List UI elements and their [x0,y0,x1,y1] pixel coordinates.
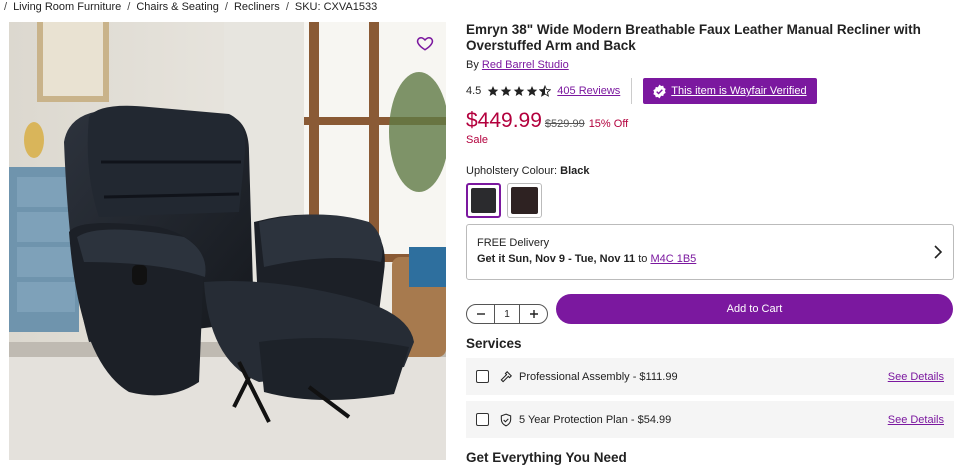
product-image[interactable] [9,22,446,460]
swatch-brown[interactable] [507,183,542,218]
increase-quantity-button[interactable] [520,305,547,323]
colour-value: Black [560,165,590,177]
verified-label: This item is Wayfair Verified [671,85,807,97]
star-icon [488,86,499,96]
swatch-fill [471,188,496,213]
delivery-box[interactable]: FREE Delivery Get it Sun, Nov 9 - Tue, N… [466,224,954,280]
was-price: $529.99 [544,118,585,130]
delivery-prefix: Get it [477,253,506,265]
quantity-value[interactable]: 1 [494,305,520,323]
current-price: $449.99 [466,109,542,132]
delivery-title: FREE Delivery [477,237,550,249]
product-info: Emryn 38" Wide Modern Breathable Faux Le… [466,22,954,465]
breadcrumb-separator: / [224,1,228,13]
sale-label: Sale [466,134,489,146]
star-icon [527,86,538,96]
rating-number: 4.5 [466,85,482,97]
colour-swatches [466,183,954,218]
delivery-to: to [638,253,648,265]
protection-plan-checkbox[interactable] [476,413,489,426]
star-rating [487,85,552,97]
verified-badge-icon [653,84,666,98]
postal-code-link[interactable]: M4C 1B5 [650,253,696,265]
wayfair-verified-badge[interactable]: This item is Wayfair Verified [643,78,817,104]
shield-check-icon [500,413,512,426]
breadcrumb: / Living Room Furniture / Chairs & Seati… [4,1,377,13]
reviews-link[interactable]: 405 Reviews [557,85,620,97]
star-icon [514,86,525,96]
quantity-stepper: 1 [466,304,548,324]
breadcrumb-item-chairs[interactable]: Chairs & Seating [136,1,219,13]
colour-label-text: Upholstery Colour: [466,165,558,177]
assembly-see-details-link[interactable]: See Details [888,371,944,383]
swatch-black[interactable] [466,183,501,218]
product-title: Emryn 38" Wide Modern Breathable Faux Le… [466,22,921,53]
delivery-estimate: Get it Sun, Nov 9 - Tue, Nov 11 to M4C 1… [477,253,943,265]
service-protection-plan: 5 Year Protection Plan - $54.99 See Deta… [466,401,954,438]
decrease-quantity-button[interactable] [467,305,494,323]
hammer-icon [500,370,512,382]
price-row: $449.99 $529.99 15% Off [466,109,954,133]
get-everything-heading: Get Everything You Need [466,450,627,465]
swatch-fill [511,187,538,214]
colour-label: Upholstery Colour: Black [466,165,954,177]
brand-link[interactable]: Red Barrel Studio [482,59,569,71]
add-to-cart-button[interactable]: Add to Cart [556,294,953,324]
breadcrumb-item-recliners[interactable]: Recliners [234,1,280,13]
breadcrumb-separator: / [127,1,131,13]
protection-plan-see-details-link[interactable]: See Details [888,414,944,426]
assembly-label: Professional Assembly - $111.99 [519,370,678,383]
breadcrumb-item-living-room[interactable]: Living Room Furniture [13,1,121,13]
half-star-icon [539,85,552,97]
brand-line: By Red Barrel Studio [466,59,954,71]
breadcrumb-separator: / [4,1,8,13]
sku-label: SKU: CXVA1533 [294,1,378,13]
services-heading: Services [466,336,522,351]
assembly-checkbox[interactable] [476,370,489,383]
minus-icon [476,313,485,315]
star-icon [501,86,512,96]
delivery-dates: Sun, Nov 9 - Tue, Nov 11 [508,253,636,265]
protection-plan-label: 5 Year Protection Plan - $54.99 [519,413,672,426]
favorite-heart-icon[interactable] [416,34,434,52]
rating-row: 4.5 405 Reviews This item is Wayfair Ver… [466,78,954,104]
breadcrumb-separator: / [285,1,289,13]
plus-icon [529,310,538,318]
discount-label: 15% Off [588,118,629,130]
chevron-right-icon [934,245,943,259]
recliner-photo [9,22,446,460]
brand-prefix: By [466,59,479,71]
divider [631,78,633,104]
service-assembly: Professional Assembly - $111.99 See Deta… [466,358,954,395]
